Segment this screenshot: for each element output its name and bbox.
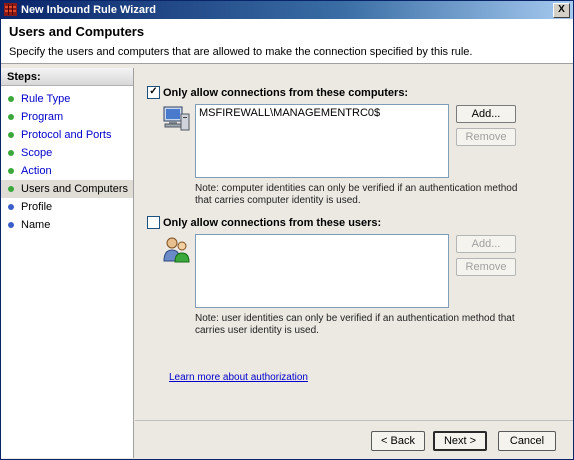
- computers-checkbox[interactable]: ✓: [147, 86, 160, 99]
- firewall-app-icon: [4, 3, 17, 16]
- step-scope[interactable]: Scope: [1, 144, 133, 162]
- next-button[interactable]: Next >: [433, 431, 487, 451]
- step-rule-type[interactable]: Rule Type: [1, 90, 133, 108]
- step-complete-icon: [8, 96, 14, 102]
- users-icon: [163, 237, 190, 263]
- page-description: Specify the users and computers that are…: [9, 46, 473, 58]
- step-label: Rule Type: [21, 93, 71, 105]
- step-program[interactable]: Program: [1, 108, 133, 126]
- learn-more-link[interactable]: Learn more about authorization: [169, 372, 308, 383]
- computers-note: Note: computer identities can only be ve…: [195, 183, 518, 206]
- steps-pane: Steps: Rule Type Program Protocol and Po…: [1, 68, 134, 458]
- step-action[interactable]: Action: [1, 162, 133, 180]
- users-checkbox[interactable]: [147, 216, 160, 229]
- step-name: Name: [1, 216, 133, 234]
- wizard-window: New Inbound Rule Wizard X Users and Comp…: [0, 0, 574, 460]
- main-content: ✓ Only allow connections from these comp…: [135, 68, 573, 458]
- footer-divider: [135, 420, 573, 421]
- step-profile: Profile: [1, 198, 133, 216]
- step-current-icon: [8, 186, 14, 192]
- title-bar[interactable]: New Inbound Rule Wizard X: [1, 1, 573, 19]
- computers-add-button[interactable]: Add...: [456, 105, 516, 123]
- window-title: New Inbound Rule Wizard: [21, 4, 156, 16]
- computers-checkbox-label: Only allow connections from these comput…: [163, 87, 409, 99]
- computer-icon: [163, 106, 190, 131]
- step-label: Name: [21, 219, 51, 231]
- step-complete-icon: [8, 150, 14, 156]
- computers-remove-button[interactable]: Remove: [456, 128, 516, 146]
- list-item[interactable]: MSFIREWALL\MANAGEMENTRC0$: [199, 107, 380, 119]
- computers-checkbox-row[interactable]: ✓ Only allow connections from these comp…: [147, 86, 409, 100]
- users-add-button[interactable]: Add...: [456, 235, 516, 253]
- step-label: Action: [21, 165, 52, 177]
- users-checkbox-label: Only allow connections from these users:: [163, 217, 382, 229]
- step-complete-icon: [8, 168, 14, 174]
- users-remove-button[interactable]: Remove: [456, 258, 516, 276]
- step-label: Protocol and Ports: [21, 129, 112, 141]
- close-icon: X: [558, 4, 565, 15]
- cancel-button[interactable]: Cancel: [498, 431, 556, 451]
- steps-heading: Steps:: [1, 68, 133, 86]
- step-pending-icon: [8, 222, 14, 228]
- step-protocol-and-ports[interactable]: Protocol and Ports: [1, 126, 133, 144]
- step-label: Users and Computers: [21, 183, 128, 195]
- step-users-and-computers: Users and Computers: [1, 180, 133, 198]
- users-checkbox-row[interactable]: Only allow connections from these users:: [147, 216, 382, 230]
- step-complete-icon: [8, 132, 14, 138]
- page-header: Users and Computers Specify the users an…: [1, 19, 573, 64]
- step-label: Profile: [21, 201, 53, 213]
- users-note: Note: user identities can only be verifi…: [195, 313, 515, 336]
- users-listbox[interactable]: [195, 234, 449, 308]
- back-button[interactable]: < Back: [371, 431, 425, 451]
- computers-listbox[interactable]: MSFIREWALL\MANAGEMENTRC0$: [195, 104, 449, 178]
- page-title: Users and Computers: [9, 24, 145, 39]
- step-label: Scope: [21, 147, 53, 159]
- close-button[interactable]: X: [553, 3, 570, 18]
- step-complete-icon: [8, 114, 14, 120]
- step-label: Program: [21, 111, 64, 123]
- step-pending-icon: [8, 204, 14, 210]
